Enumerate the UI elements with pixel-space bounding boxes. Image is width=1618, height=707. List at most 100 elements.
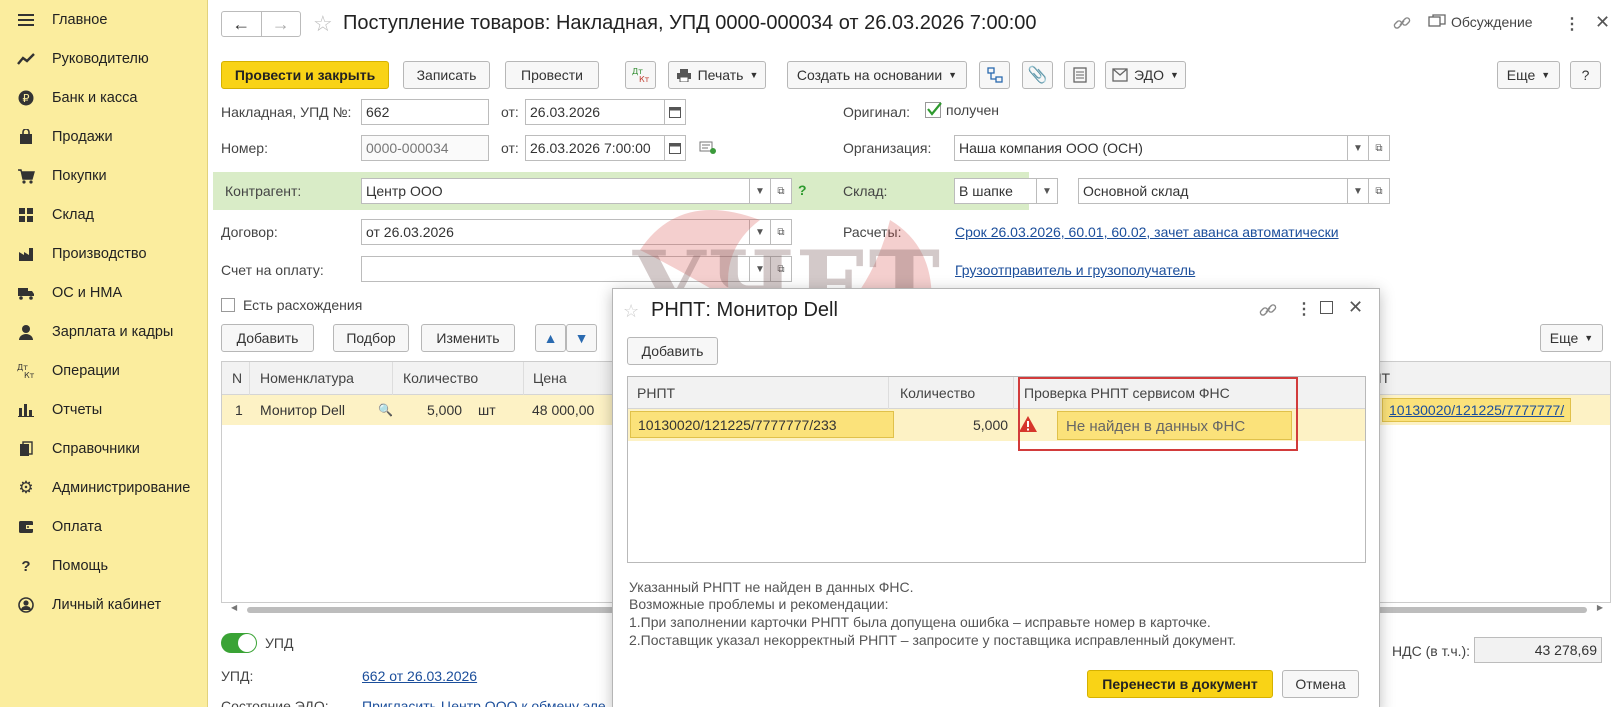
contract-field[interactable]: от 26.03.2026	[361, 219, 750, 245]
number-field[interactable]: 0000-000034	[361, 135, 489, 161]
dt-kt-button[interactable]: Дт Кт	[625, 61, 656, 89]
sidebar-item-fixed-assets[interactable]: ОС и НМА	[0, 275, 208, 311]
add-row-button[interactable]: Добавить	[221, 324, 314, 352]
close-icon[interactable]: ✕	[1595, 12, 1610, 33]
sidebar-item-references[interactable]: Справочники	[0, 431, 208, 467]
edo-button[interactable]: ЭДО ▼	[1105, 61, 1186, 89]
dropdown-arrow-icon[interactable]: ▼	[1036, 178, 1058, 204]
invoice-date-field[interactable]: 26.03.2026	[525, 99, 665, 125]
discussion-button[interactable]: Обсуждение	[1428, 14, 1533, 30]
vat-label: НДС (в т.ч.):	[1392, 643, 1471, 659]
number-date-field[interactable]: 26.03.2026 7:00:00	[525, 135, 665, 161]
edit-number-icon[interactable]	[699, 140, 717, 157]
kontragent-field[interactable]: Центр ООО	[361, 178, 750, 204]
sidebar-item-warehouse[interactable]: Склад	[0, 197, 208, 233]
sidebar-item-manager[interactable]: Руководителю	[0, 41, 208, 77]
settlements-link[interactable]: Срок 26.03.2026, 60.01, 60.02, зачет ава…	[955, 224, 1339, 240]
post-and-close-button[interactable]: Провести и закрыть	[221, 61, 389, 89]
open-link-icon[interactable]: ⧉	[770, 178, 792, 204]
dropdown-arrow-icon[interactable]: ▼	[749, 219, 771, 245]
sidebar-item-help[interactable]: ? Помощь	[0, 548, 208, 584]
org-field[interactable]: Наша компания ООО (ОСН)	[954, 135, 1348, 161]
favorite-star-icon[interactable]: ☆	[313, 11, 333, 37]
open-link-icon[interactable]: ⧉	[1368, 135, 1390, 161]
dialog-add-button[interactable]: Добавить	[627, 337, 718, 365]
discrepancy-checkbox[interactable]: Есть расхождения	[221, 297, 362, 313]
dialog-link-icon[interactable]	[1259, 301, 1277, 322]
search-icon[interactable]: 🔍	[378, 403, 393, 417]
upd-toggle[interactable]: УПД	[221, 633, 293, 653]
sidebar-item-main[interactable]: Главное	[0, 2, 208, 38]
post-button[interactable]: Провести	[505, 61, 599, 89]
scroll-right-icon[interactable]: ▶	[1597, 603, 1603, 612]
calendar-icon[interactable]	[664, 99, 686, 125]
sidebar-item-purchases[interactable]: Покупки	[0, 158, 208, 194]
calendar-icon[interactable]	[664, 135, 686, 161]
warehouse-mode-field[interactable]: В шапке	[954, 178, 1037, 204]
original-checkbox[interactable]: получен	[925, 102, 999, 118]
kontragent-label: Контрагент:	[225, 183, 302, 199]
pay-invoice-field[interactable]	[361, 256, 750, 282]
more-vertical-icon[interactable]: ⋮	[1564, 14, 1580, 34]
dialog-more-icon[interactable]: ⋮	[1296, 299, 1312, 319]
dialog-star-icon[interactable]: ☆	[623, 301, 639, 322]
sidebar-item-bank[interactable]: ₽ Банк и касса	[0, 80, 208, 116]
more-button[interactable]: Еще ▼	[1497, 61, 1560, 89]
dropdown-arrow-icon[interactable]: ▼	[1347, 178, 1369, 204]
attachments-button[interactable]: 📎	[1022, 61, 1053, 89]
open-link-icon[interactable]: ⧉	[770, 256, 792, 282]
back-arrow-icon[interactable]: ←	[222, 12, 262, 36]
sidebar-item-operations[interactable]: Дт Кт Операции	[0, 353, 208, 389]
sidebar-item-production[interactable]: Производство	[0, 236, 208, 272]
link-icon[interactable]	[1393, 14, 1411, 32]
transfer-to-document-button[interactable]: Перенести в документ	[1087, 670, 1273, 698]
cell-rnpt[interactable]: 10130020/121225/7777777/233	[630, 411, 894, 438]
pick-button[interactable]: Подбор	[333, 324, 409, 352]
caret-down-icon: ▼	[948, 70, 958, 80]
invoice-number-field[interactable]: 662	[361, 99, 489, 125]
help-button[interactable]: ?	[1570, 61, 1601, 89]
sidebar-item-salary[interactable]: Зарплата и кадры	[0, 314, 208, 350]
sidebar-item-sales[interactable]: Продажи	[0, 119, 208, 155]
scroll-left-icon[interactable]: ◀	[231, 603, 237, 612]
sidebar-item-reports[interactable]: Отчеты	[0, 392, 208, 428]
create-based-on-button[interactable]: Создать на основании ▼	[787, 61, 967, 89]
print-button[interactable]: Печать ▼	[668, 61, 766, 89]
maximize-icon[interactable]	[1320, 301, 1333, 314]
change-button[interactable]: Изменить	[421, 324, 515, 352]
open-link-icon[interactable]: ⧉	[1368, 178, 1390, 204]
checkmark-icon[interactable]	[925, 102, 942, 118]
edo-state-link[interactable]: Пригласить Центр ООО к обмену эле	[362, 698, 606, 707]
dialog-close-icon[interactable]: ✕	[1348, 297, 1363, 318]
sidebar-item-payment[interactable]: Оплата	[0, 509, 208, 545]
report-button[interactable]	[1064, 61, 1095, 89]
col-qty[interactable]: Количество	[900, 385, 975, 401]
open-link-icon[interactable]: ⧉	[770, 219, 792, 245]
sidebar-item-admin[interactable]: ⚙ Администрирование	[0, 470, 208, 506]
structure-button[interactable]	[979, 61, 1010, 89]
sidebar-item-label: Производство	[52, 246, 147, 262]
warehouse-field[interactable]: Основной склад	[1078, 178, 1348, 204]
table-more-button[interactable]: Еще ▼	[1540, 324, 1603, 352]
col-item[interactable]: Номенклатура	[260, 370, 354, 386]
move-up-button[interactable]: ▲	[535, 324, 566, 352]
sidebar-item-account[interactable]: Личный кабинет	[0, 587, 208, 623]
toggle-switch[interactable]	[221, 633, 257, 653]
wallet-icon	[17, 518, 35, 536]
col-rnpt[interactable]: РНПТ	[637, 385, 675, 401]
upd-link[interactable]: 662 от 26.03.2026	[362, 668, 477, 684]
dropdown-arrow-icon[interactable]: ▼	[1347, 135, 1369, 161]
save-button[interactable]: Записать	[403, 61, 490, 89]
col-qty[interactable]: Количество	[403, 370, 478, 386]
col-price[interactable]: Цена	[533, 370, 567, 386]
dropdown-arrow-icon[interactable]: ▼	[749, 256, 771, 282]
forward-arrow-icon[interactable]: →	[262, 12, 301, 36]
col-n[interactable]: N	[232, 370, 242, 386]
checkbox-box[interactable]	[221, 298, 235, 312]
cancel-button[interactable]: Отмена	[1282, 670, 1359, 698]
shipper-link[interactable]: Грузоотправитель и грузополучатель	[955, 262, 1195, 278]
cell-rnpt[interactable]: 10130020/121225/7777777/	[1382, 398, 1572, 422]
move-down-button[interactable]: ▼	[566, 324, 597, 352]
question-hint-icon[interactable]: ?	[798, 182, 807, 198]
dropdown-arrow-icon[interactable]: ▼	[749, 178, 771, 204]
